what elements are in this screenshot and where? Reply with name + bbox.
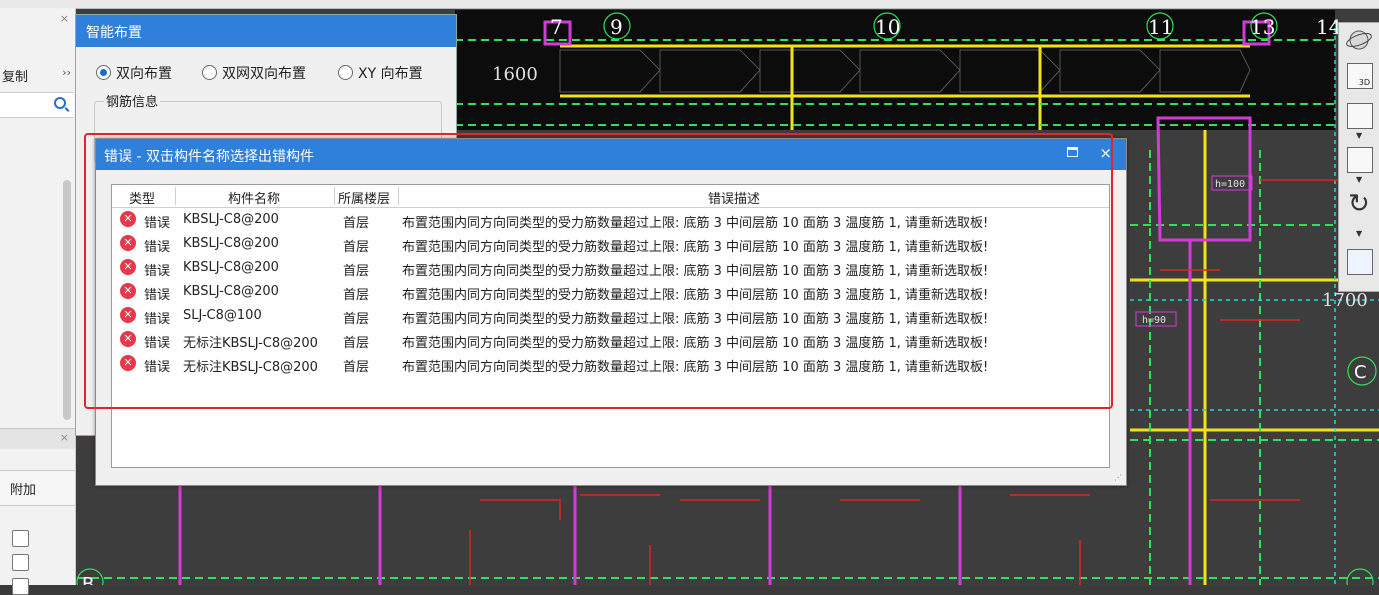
grid-label-11: 11 — [1148, 15, 1173, 39]
axis-label-c: C — [1354, 362, 1367, 383]
top-toolbar-strip — [0, 0, 1379, 9]
close-icon[interactable]: × — [60, 12, 69, 25]
grid-label-9: 9 — [610, 15, 623, 39]
axis-label-b: B — [82, 574, 94, 585]
panel-divider: × — [0, 428, 75, 449]
grid-label-7: 7 — [550, 15, 563, 39]
resize-grip-icon[interactable]: ⋰ — [1114, 473, 1122, 482]
orbit-icon[interactable] — [1345, 27, 1373, 53]
rebar-info-label: 钢筋信息 — [104, 91, 161, 110]
search-icon[interactable] — [54, 97, 66, 109]
chevron-down-icon[interactable]: ▼ — [1356, 229, 1362, 238]
radio-xy-direction[interactable]: XY 向布置 — [338, 63, 423, 83]
dialog-title-bar[interactable]: 智能布置 — [76, 15, 456, 47]
front-view-icon[interactable] — [1347, 103, 1373, 129]
close-icon[interactable]: × — [60, 431, 69, 444]
extra-header-label: 附加 — [10, 483, 37, 498]
extra-checkbox[interactable] — [12, 554, 29, 571]
scrollbar[interactable] — [63, 180, 71, 420]
chevron-down-icon[interactable]: ▼ — [1356, 131, 1362, 140]
rotate-icon[interactable]: ↻ — [1348, 189, 1370, 219]
top-view-icon[interactable] — [1347, 147, 1373, 173]
radio-two-way[interactable]: 双向布置 — [96, 63, 172, 83]
grid-label-10: 10 — [875, 15, 900, 39]
left-panel: × 复制 ›› × 附加 — [0, 8, 76, 595]
highlight-box — [84, 133, 1113, 409]
layer-icon[interactable] — [1347, 249, 1373, 275]
grid-label-13: 13 — [1250, 15, 1275, 39]
extra-checkbox[interactable] — [12, 578, 29, 595]
chevron-down-icon[interactable]: ▼ — [1356, 175, 1362, 184]
copy-label[interactable]: 复制 — [2, 66, 28, 85]
extra-column-header: 附加 — [0, 470, 75, 506]
dimension-1700: 1700 — [1322, 290, 1368, 311]
dimension-1600: 1600 — [492, 64, 538, 85]
extra-checkbox[interactable] — [12, 530, 29, 547]
radio-selected-icon — [96, 65, 111, 80]
tag-h90: h=90 — [1142, 315, 1166, 326]
view-toolbar: 3D ▼ ▼ ↻ ▼ — [1338, 22, 1379, 292]
search-input[interactable] — [0, 92, 74, 118]
more-icon[interactable]: ›› — [62, 66, 71, 79]
radio-double-net-two-way[interactable]: 双网双向布置 — [202, 63, 306, 83]
view-3d-icon[interactable]: 3D — [1347, 63, 1373, 89]
tag-h100: h=100 — [1215, 179, 1245, 190]
radio-unselected-icon — [338, 65, 353, 80]
radio-unselected-icon — [202, 65, 217, 80]
dialog-title: 智能布置 — [86, 25, 142, 41]
